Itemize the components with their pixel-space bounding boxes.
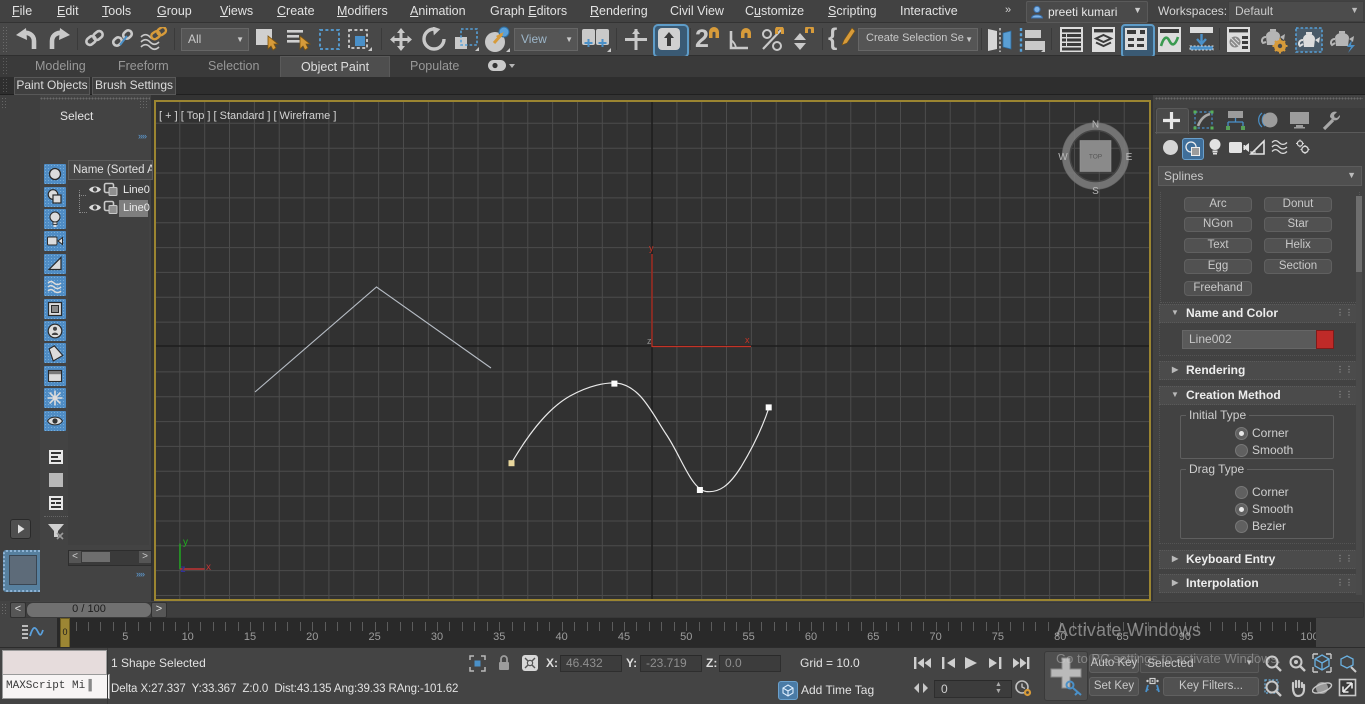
svg-text:S: S (1092, 186, 1099, 197)
svg-text:x: x (206, 562, 211, 573)
svg-text:E: E (1126, 152, 1133, 163)
svg-text:[ + ] [ Top ] [ Standard ] [ W: [ + ] [ Top ] [ Standard ] [ Wireframe ] (159, 110, 336, 122)
svg-text:y: y (183, 537, 188, 548)
svg-text:W: W (1058, 152, 1068, 163)
svg-text:x: x (745, 335, 750, 345)
svg-text:z: z (181, 564, 186, 575)
svg-text:y: y (649, 243, 654, 253)
svg-text:z: z (647, 336, 652, 346)
svg-text:TOP: TOP (1089, 154, 1102, 161)
svg-text:N: N (1092, 120, 1099, 131)
